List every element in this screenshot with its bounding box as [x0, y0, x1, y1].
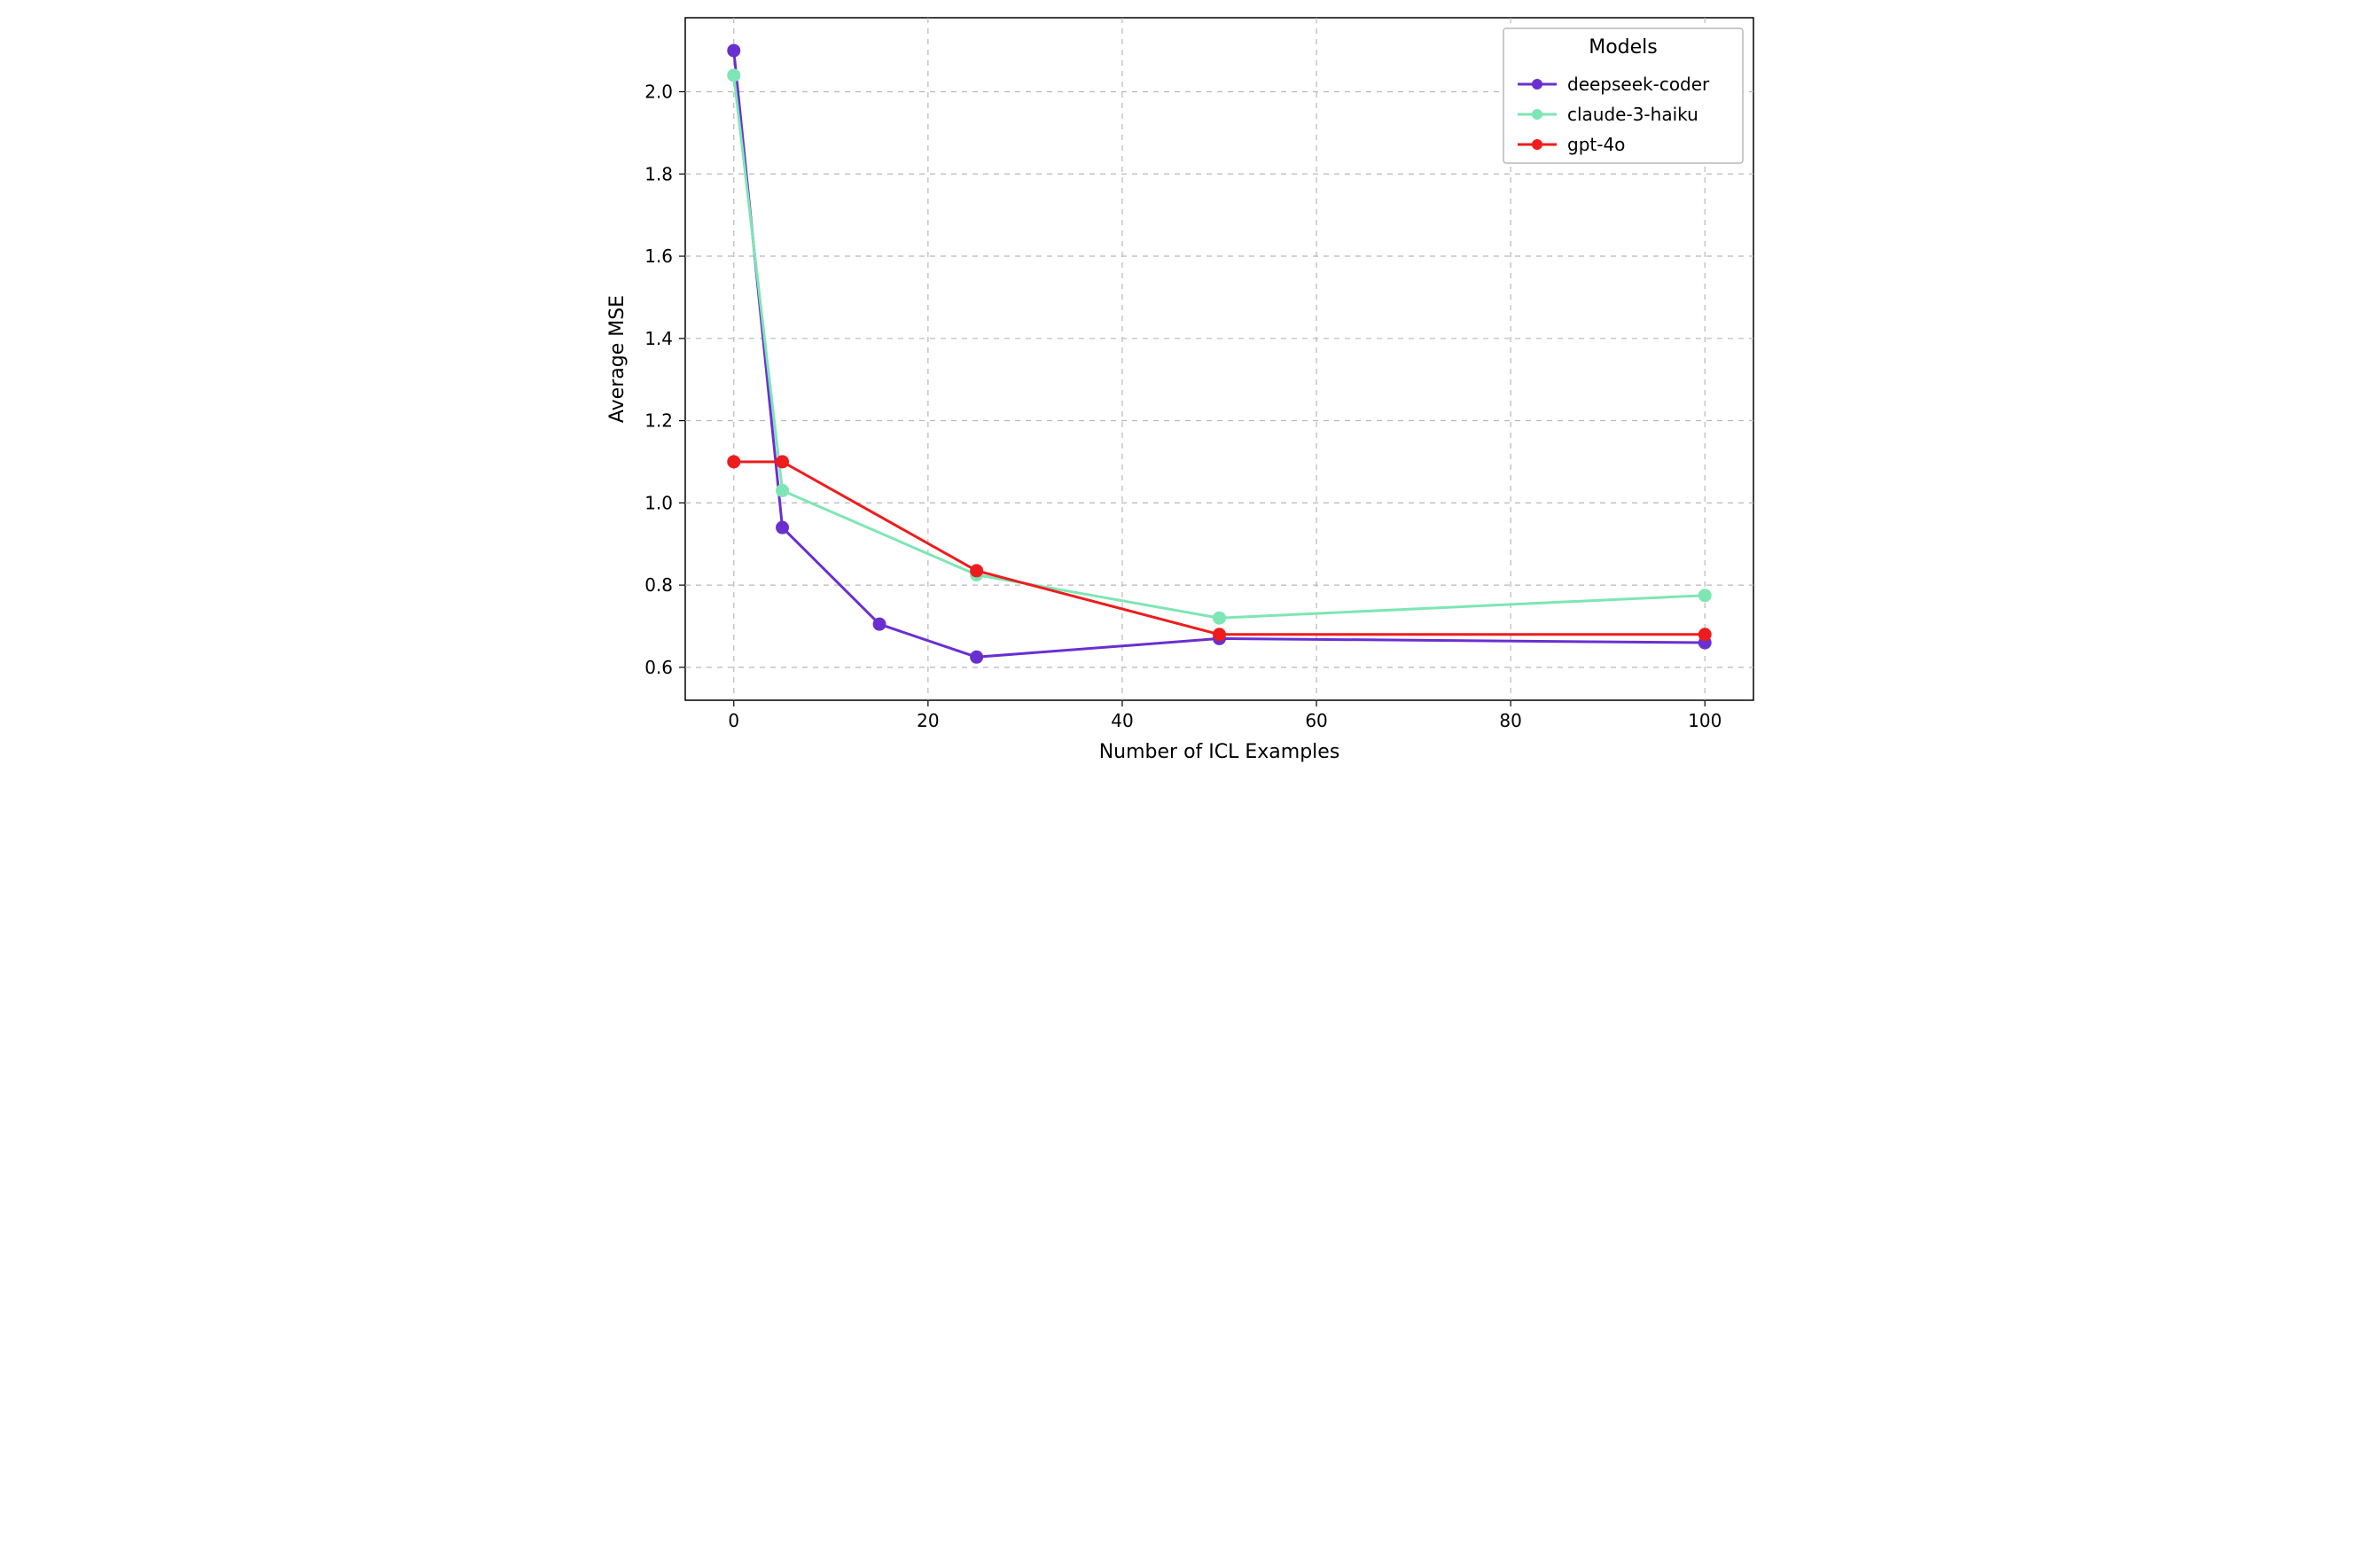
legend-swatch-marker — [1532, 139, 1542, 150]
y-axis-label: Average MSE — [606, 295, 629, 423]
y-tick-label: 1.8 — [644, 163, 673, 184]
y-tick-label: 2.0 — [644, 81, 673, 102]
legend-item-label: deepseek-coder — [1567, 74, 1710, 95]
series-marker — [1698, 589, 1711, 602]
series-marker — [970, 651, 982, 663]
chart-container: 0 20 40 60 80 100 0.6 0.8 1.0 1.2 1.4 1.6 1.8 2.0 Numb… — [592, 0, 1775, 784]
series-marker — [1213, 612, 1225, 624]
y-tick-label: 0.6 — [644, 657, 673, 678]
y-tick-label: 1.2 — [644, 410, 673, 432]
x-tick-label: 0 — [728, 710, 739, 731]
series-marker — [727, 456, 739, 468]
x-tick-label: 20 — [917, 710, 939, 731]
series-marker — [776, 484, 788, 496]
x-axis-label: Number of ICL Examples — [1098, 741, 1339, 763]
legend-swatch-marker — [1532, 79, 1542, 90]
series-marker — [1698, 628, 1711, 641]
x-tick-label: 80 — [1499, 710, 1521, 731]
legend-item-label: claude-3-haiku — [1567, 104, 1698, 125]
series-marker — [776, 456, 788, 468]
x-tick-label: 40 — [1111, 710, 1133, 731]
series-marker — [970, 565, 982, 577]
series-marker — [873, 618, 886, 630]
series-marker — [727, 44, 739, 57]
legend-title: Models — [1589, 36, 1658, 59]
x-tick-label: 100 — [1688, 710, 1722, 731]
x-tick-label: 60 — [1305, 710, 1327, 731]
y-tick-label: 1.4 — [644, 328, 673, 349]
y-tick-label: 0.8 — [644, 574, 673, 596]
legend-item-label: gpt-4o — [1567, 134, 1625, 155]
series-marker — [727, 69, 739, 82]
series-marker — [776, 521, 788, 534]
series-marker — [1213, 628, 1225, 641]
chart-svg: 0 20 40 60 80 100 0.6 0.8 1.0 1.2 1.4 1.6 1.8 2.0 Numb… — [592, 0, 1775, 784]
y-tick-label: 1.0 — [644, 492, 673, 513]
y-tick-label: 1.6 — [644, 246, 673, 267]
legend-swatch-marker — [1532, 109, 1542, 120]
